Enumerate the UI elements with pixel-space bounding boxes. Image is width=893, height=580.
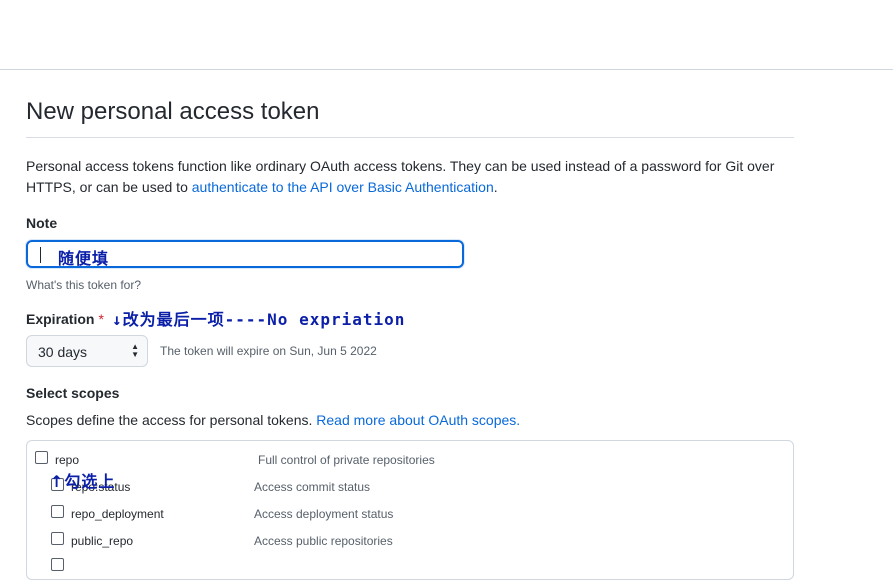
intro-end: . (493, 179, 498, 195)
scope-desc-public-repo: Access public repositories (254, 534, 393, 548)
expiration-select-value: 30 days (38, 344, 88, 360)
note-label: Note (26, 215, 58, 231)
scopes-label: Select scopes (26, 385, 120, 401)
intro-paragraph: Personal access tokens function like ord… (26, 156, 786, 198)
public-repo-checkbox[interactable] (51, 532, 64, 545)
expiration-select[interactable]: 30 days ▲ ▼ (26, 335, 148, 367)
scope-desc-repo: Full control of private repositories (258, 453, 435, 467)
required-marker: * (98, 311, 104, 327)
scope-desc-repo-status: Access commit status (254, 480, 371, 494)
scope-name-public-repo: public_repo (71, 534, 134, 548)
scope-name-repo: repo (55, 453, 80, 467)
scopes-description-text: Scopes define the access for personal to… (26, 412, 317, 428)
expiration-label-text: Expiration (26, 311, 95, 327)
select-updown-icon: ▲ ▼ (131, 342, 139, 359)
text-caret (40, 247, 41, 263)
title-divider (26, 137, 794, 138)
repo-deployment-checkbox[interactable] (51, 505, 64, 518)
note-help-text: What's this token for? (26, 278, 142, 292)
handwritten-note-value: 随便填 (58, 249, 110, 268)
next-scope-checkbox[interactable] (51, 558, 64, 571)
expiration-label: Expiration * (26, 311, 104, 327)
oauth-scopes-link[interactable]: Read more about OAuth scopes. (316, 412, 520, 428)
page-title: New personal access token (26, 98, 320, 125)
scope-desc-repo-deployment: Access deployment status (254, 507, 394, 521)
top-header-bar (0, 0, 893, 70)
basic-auth-link[interactable]: authenticate to the API over Basic Authe… (192, 179, 494, 195)
scope-name-repo-deployment: repo_deployment (71, 507, 164, 521)
expiration-note: The token will expire on Sun, Jun 5 2022 (160, 344, 377, 358)
repo-checkbox[interactable] (35, 451, 48, 464)
check-annotation: ↑勾选上 (50, 472, 116, 491)
note-input[interactable]: 随便填 (26, 240, 464, 268)
scopes-description: Scopes define the access for personal to… (26, 412, 520, 428)
expiration-annotation: ↓改为最后一项----No expriation (112, 310, 406, 329)
